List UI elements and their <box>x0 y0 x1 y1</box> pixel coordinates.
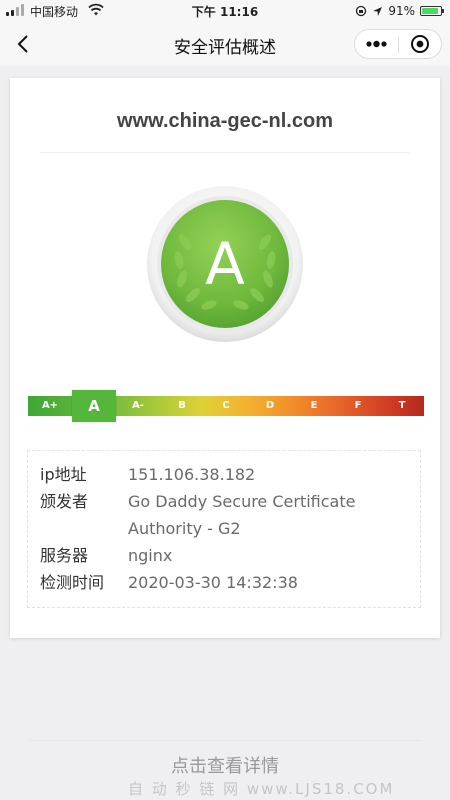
grade-scale-item-f: F <box>354 400 362 411</box>
watermark: 自 动 秒 链 网 www.LJS18.COM <box>128 780 395 798</box>
ip-value: 151.106.38.182 <box>128 465 256 484</box>
grade-scale-item-e: E <box>310 400 318 411</box>
close-circle-icon[interactable] <box>399 30 441 58</box>
view-details-button[interactable]: 点击查看详情 <box>0 752 450 778</box>
server-value: nginx <box>128 546 173 565</box>
certificate-info: ip地址 151.106.38.182 颁发者 Go Daddy Secure … <box>27 450 421 608</box>
issuer-label: 颁发者 <box>40 492 89 511</box>
battery-percent: 91% <box>388 4 415 18</box>
grade-scale: A+ A A- B C D E F T <box>28 390 424 422</box>
nav-bar: 安全评估概述 <box>0 22 450 66</box>
mini-program-capsule <box>354 29 442 59</box>
ip-label: ip地址 <box>40 465 87 484</box>
more-dots-icon[interactable] <box>355 30 398 58</box>
ip-row: ip地址 151.106.38.182 <box>40 461 388 488</box>
domain-name: www.china-gec-nl.com <box>117 110 333 132</box>
report-card: www.china-gec-nl.com A A+ A A- B C D E F… <box>10 78 440 638</box>
issuer-value-line2: Authority - G2 <box>128 519 241 538</box>
grade-scale-item-aminus: A- <box>132 400 144 411</box>
check-time-row: 检测时间 2020-03-30 14:32:38 <box>40 569 388 596</box>
check-time-value: 2020-03-30 14:32:38 <box>128 573 298 592</box>
server-label: 服务器 <box>40 546 89 565</box>
grade-letter: A <box>205 230 245 298</box>
server-row: 服务器 nginx <box>40 542 388 569</box>
grade-badge: A <box>147 186 303 342</box>
issuer-value-line1: Go Daddy Secure Certificate <box>128 492 356 511</box>
footer-divider <box>30 740 420 741</box>
screen-lock-icon <box>356 5 367 17</box>
check-time-label: 检测时间 <box>40 573 105 592</box>
issuer-row: 颁发者 Go Daddy Secure Certificate Authorit… <box>40 488 388 542</box>
status-bar: 中国移动 下午 11:16 91% <box>0 0 450 22</box>
grade-scale-item-c: C <box>222 400 230 411</box>
grade-scale-item-b: B <box>178 400 186 411</box>
location-icon <box>373 6 383 16</box>
domain-divider <box>40 152 410 153</box>
grade-scale-item-t: T <box>398 400 406 411</box>
issuer-value: Go Daddy Secure Certificate Authority - … <box>128 488 388 542</box>
grade-scale-item-a: A <box>72 390 116 422</box>
status-right: 91% <box>355 3 444 19</box>
battery-icon <box>420 6 444 16</box>
grade-scale-item-d: D <box>265 400 275 411</box>
grade-scale-item-aplus: A+ <box>41 400 59 411</box>
